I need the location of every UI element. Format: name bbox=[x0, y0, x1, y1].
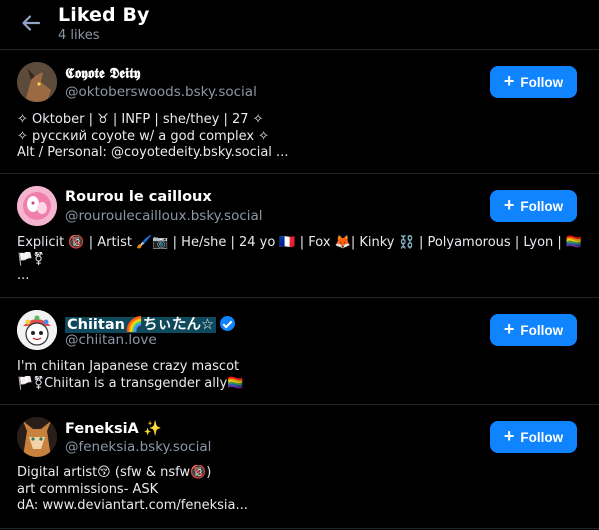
user-row[interactable]: FeneksiA ✨ @feneksia.bsky.social + Follo… bbox=[0, 405, 599, 529]
user-row[interactable]: Rourou le cailloux @rouroulecailloux.bsk… bbox=[0, 174, 599, 298]
bio-line: Explicit 🔞 | Artist 🖌️📷 | He/she | 24 yo… bbox=[17, 235, 582, 250]
user-bio: Explicit 🔞 | Artist 🖌️📷 | He/she | 24 yo… bbox=[17, 235, 582, 285]
bio-line: ... bbox=[17, 268, 30, 283]
header: Liked By 4 likes bbox=[0, 0, 599, 50]
back-button[interactable] bbox=[16, 8, 46, 38]
likes-count: 4 likes bbox=[58, 28, 100, 43]
bio-line: ✧ Oktober | ♉ | INFP | she/they | 27 ✧ bbox=[17, 112, 264, 127]
follow-label: Follow bbox=[520, 429, 564, 445]
plus-icon: + bbox=[503, 319, 515, 339]
follow-button[interactable]: + Follow bbox=[490, 421, 577, 453]
user-bio: I'm chiitan Japanese crazy mascot 🏳️⚧Chi… bbox=[17, 359, 582, 392]
bio-line: Alt / Personal: @coyotedeity.bsky.social… bbox=[17, 145, 289, 160]
bio-line: 🏳️⚧ bbox=[17, 251, 45, 267]
user-row[interactable]: 𝕮𝖔𝖞𝖔𝖙𝖊 𝕯𝖊𝖎𝖙𝖞 @oktoberswoods.bsky.social … bbox=[0, 50, 599, 174]
avatar[interactable] bbox=[17, 186, 57, 226]
user-display-name[interactable]: FeneksiA ✨ bbox=[65, 420, 162, 437]
bio-line: ✧ русский coyote w/ a god complex ✧ bbox=[17, 128, 270, 144]
user-handle[interactable]: @rouroulecailloux.bsky.social bbox=[65, 208, 263, 224]
follow-label: Follow bbox=[520, 74, 564, 90]
liked-by-screen: Liked By 4 likes 𝕮𝖔𝖞𝖔𝖙𝖊 𝕯𝖊𝖎𝖙𝖞 @oktobersw… bbox=[0, 0, 599, 530]
plus-icon: + bbox=[503, 426, 515, 446]
arrow-left-icon bbox=[22, 15, 41, 31]
avatar[interactable] bbox=[17, 310, 57, 350]
user-handle[interactable]: @oktoberswoods.bsky.social bbox=[65, 84, 257, 100]
page-title: Liked By bbox=[58, 4, 150, 26]
bio-line: I'm chiitan Japanese crazy mascot bbox=[17, 359, 240, 374]
avatar[interactable] bbox=[17, 62, 57, 102]
user-handle[interactable]: @chiitan.love bbox=[65, 332, 157, 348]
user-bio: Digital artist😚 (sfw & nsfw🔞) art commis… bbox=[17, 465, 582, 515]
verified-badge-icon bbox=[220, 316, 235, 331]
follow-button[interactable]: + Follow bbox=[490, 190, 577, 222]
avatar[interactable] bbox=[17, 417, 57, 457]
user-row[interactable]: Chiitan🌈ちぃたん☆ @chiitan.love + Follow I'm… bbox=[0, 298, 599, 405]
user-handle[interactable]: @feneksia.bsky.social bbox=[65, 439, 211, 455]
follow-label: Follow bbox=[520, 322, 564, 338]
display-name-text: Chiitan🌈ちぃたん☆ bbox=[65, 317, 216, 333]
bio-line: Digital artist😚 (sfw & nsfw🔞) bbox=[17, 465, 212, 480]
follow-label: Follow bbox=[520, 198, 564, 214]
user-display-name[interactable]: Rourou le cailloux bbox=[65, 189, 212, 205]
user-display-name[interactable]: Chiitan🌈ちぃたん☆ bbox=[65, 313, 235, 334]
bio-line: art commissions- ASK bbox=[17, 481, 159, 497]
user-bio: ✧ Oktober | ♉ | INFP | she/they | 27 ✧ ✧… bbox=[17, 112, 582, 162]
plus-icon: + bbox=[503, 195, 515, 215]
bio-line: 🏳️⚧Chiitan is a transgender ally🏳️‍🌈 bbox=[17, 375, 244, 391]
follow-button[interactable]: + Follow bbox=[490, 66, 577, 98]
user-display-name[interactable]: 𝕮𝖔𝖞𝖔𝖙𝖊 𝕯𝖊𝖎𝖙𝖞 bbox=[65, 65, 140, 82]
follow-button[interactable]: + Follow bbox=[490, 314, 577, 346]
bio-line: dA: www.deviantart.com/feneksia... bbox=[17, 498, 248, 513]
plus-icon: + bbox=[503, 71, 515, 91]
